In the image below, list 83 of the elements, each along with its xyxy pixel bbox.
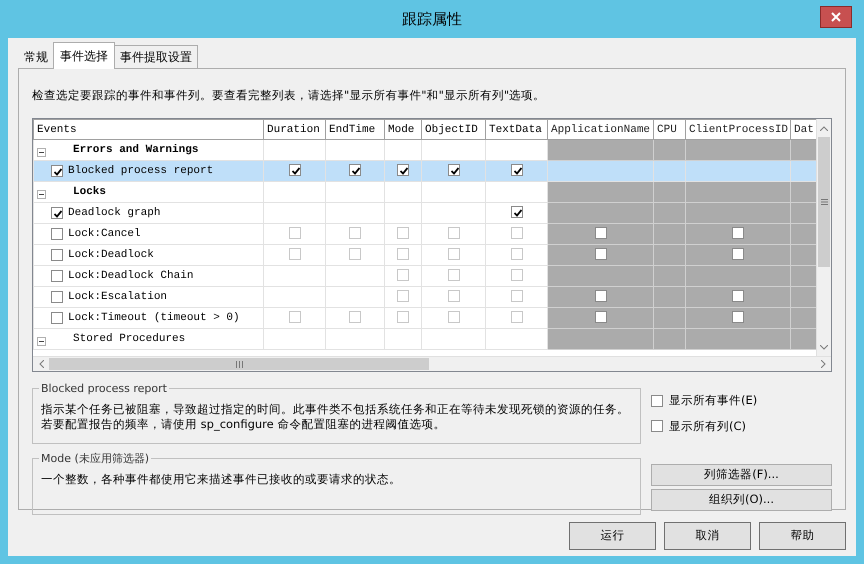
checkbox[interactable] — [510, 206, 522, 218]
checkbox[interactable] — [732, 290, 744, 302]
column-header[interactable]: EndTime — [326, 120, 384, 140]
checkbox[interactable] — [51, 291, 63, 304]
description-text: 指示某个任务已被阻塞，导致超过指定的时间。此事件类不包括系统任务和正在等待未发现死锁的资源的任务。若要配置报告的频率，请使用 sp_configure 命令配置阻塞的进程阈值选项。 — [41, 402, 630, 432]
collapse-icon[interactable] — [37, 334, 46, 344]
checkbox[interactable] — [651, 394, 663, 407]
dialog-button[interactable]: 帮助 — [759, 522, 846, 550]
column-header[interactable]: Events — [34, 120, 264, 140]
column-header[interactable]: Dat — [790, 120, 816, 140]
checkbox[interactable] — [397, 269, 409, 282]
checkbox[interactable] — [448, 164, 460, 176]
dialog-button[interactable]: 运行 — [569, 522, 656, 550]
checkbox[interactable] — [510, 164, 522, 176]
column-header[interactable]: Mode — [384, 120, 422, 140]
checkbox[interactable] — [594, 290, 606, 302]
column-header[interactable]: ObjectID — [422, 120, 486, 140]
checkbox[interactable] — [397, 290, 409, 302]
checkbox[interactable] — [594, 248, 606, 260]
grip-icon — [236, 360, 242, 368]
column-header[interactable]: ApplicationName — [548, 120, 654, 140]
scroll-right-icon[interactable] — [820, 360, 826, 368]
side-button[interactable]: 列筛选器(F)... — [651, 464, 832, 486]
checkbox[interactable] — [51, 207, 63, 220]
checkbox[interactable] — [594, 227, 606, 240]
dialog-button[interactable]: 取消 — [664, 522, 751, 550]
checkbox[interactable] — [732, 311, 744, 324]
checkbox[interactable] — [51, 165, 63, 178]
checkbox[interactable] — [397, 227, 409, 240]
checkbox[interactable] — [288, 311, 300, 324]
checkbox[interactable] — [288, 248, 300, 260]
checkbox[interactable] — [510, 269, 522, 282]
side-button[interactable]: 组织列(O)... — [651, 488, 832, 511]
checkbox[interactable] — [349, 311, 361, 324]
column-header[interactable]: ClientProcessID — [686, 120, 790, 140]
collapse-icon[interactable] — [37, 188, 46, 197]
instruction-text: 检查选定要跟踪的事件和事件列。要查看完整列表，请选择"显示所有事件"和"显示所有列"选项。 — [32, 87, 546, 104]
grip-icon — [820, 199, 828, 206]
close-button[interactable] — [820, 6, 852, 28]
checkbox[interactable] — [732, 248, 744, 260]
checkbox[interactable] — [510, 311, 522, 324]
scroll-up-icon[interactable] — [820, 126, 828, 131]
checkbox[interactable] — [448, 269, 460, 282]
checkbox[interactable] — [51, 249, 63, 262]
tab[interactable]: 事件提取设置 — [114, 45, 198, 68]
checkbox[interactable] — [288, 227, 300, 240]
tab[interactable]: 事件选择 — [53, 42, 115, 69]
checkbox[interactable] — [349, 227, 361, 240]
column-header[interactable]: TextData — [486, 120, 548, 140]
close-icon — [831, 12, 841, 22]
vertical-scrollbar[interactable] — [816, 119, 831, 356]
checkbox[interactable] — [594, 311, 606, 324]
option-label[interactable]: 显示所有列(C) — [669, 418, 746, 435]
checkbox[interactable] — [651, 420, 663, 432]
column-header[interactable]: Duration — [264, 120, 326, 140]
window-title: 跟踪属性 — [402, 8, 462, 30]
scroll-down-icon[interactable] — [820, 344, 828, 350]
checkbox[interactable] — [349, 248, 361, 260]
category-label: Stored Procedures — [73, 332, 186, 347]
checkbox[interactable] — [51, 270, 63, 282]
collapse-icon[interactable] — [37, 146, 46, 155]
checkbox[interactable] — [397, 164, 409, 176]
column-header[interactable]: CPU — [654, 120, 686, 140]
checkbox[interactable] — [397, 248, 409, 260]
checkbox[interactable] — [448, 311, 460, 324]
checkbox[interactable] — [448, 227, 460, 240]
checkbox[interactable] — [510, 227, 522, 240]
checkbox[interactable] — [51, 312, 63, 324]
category-label: Locks — [73, 185, 106, 200]
checkbox[interactable] — [51, 228, 63, 240]
category-label: Errors and Warnings — [73, 143, 198, 158]
checkbox[interactable] — [349, 164, 361, 176]
checkbox[interactable] — [397, 311, 409, 324]
checkbox[interactable] — [510, 248, 522, 260]
checkbox[interactable] — [732, 227, 744, 240]
horizontal-scrollbar[interactable] — [33, 356, 831, 372]
checkbox[interactable] — [448, 248, 460, 260]
checkbox[interactable] — [448, 290, 460, 302]
description-text: 一个整数，各种事件都使用它来描述事件已接收的或要请求的状态。 — [41, 472, 402, 488]
scroll-left-icon[interactable] — [38, 360, 44, 368]
checkbox[interactable] — [288, 164, 300, 176]
option-label[interactable]: 显示所有事件(E) — [669, 392, 758, 410]
checkbox[interactable] — [510, 290, 522, 302]
